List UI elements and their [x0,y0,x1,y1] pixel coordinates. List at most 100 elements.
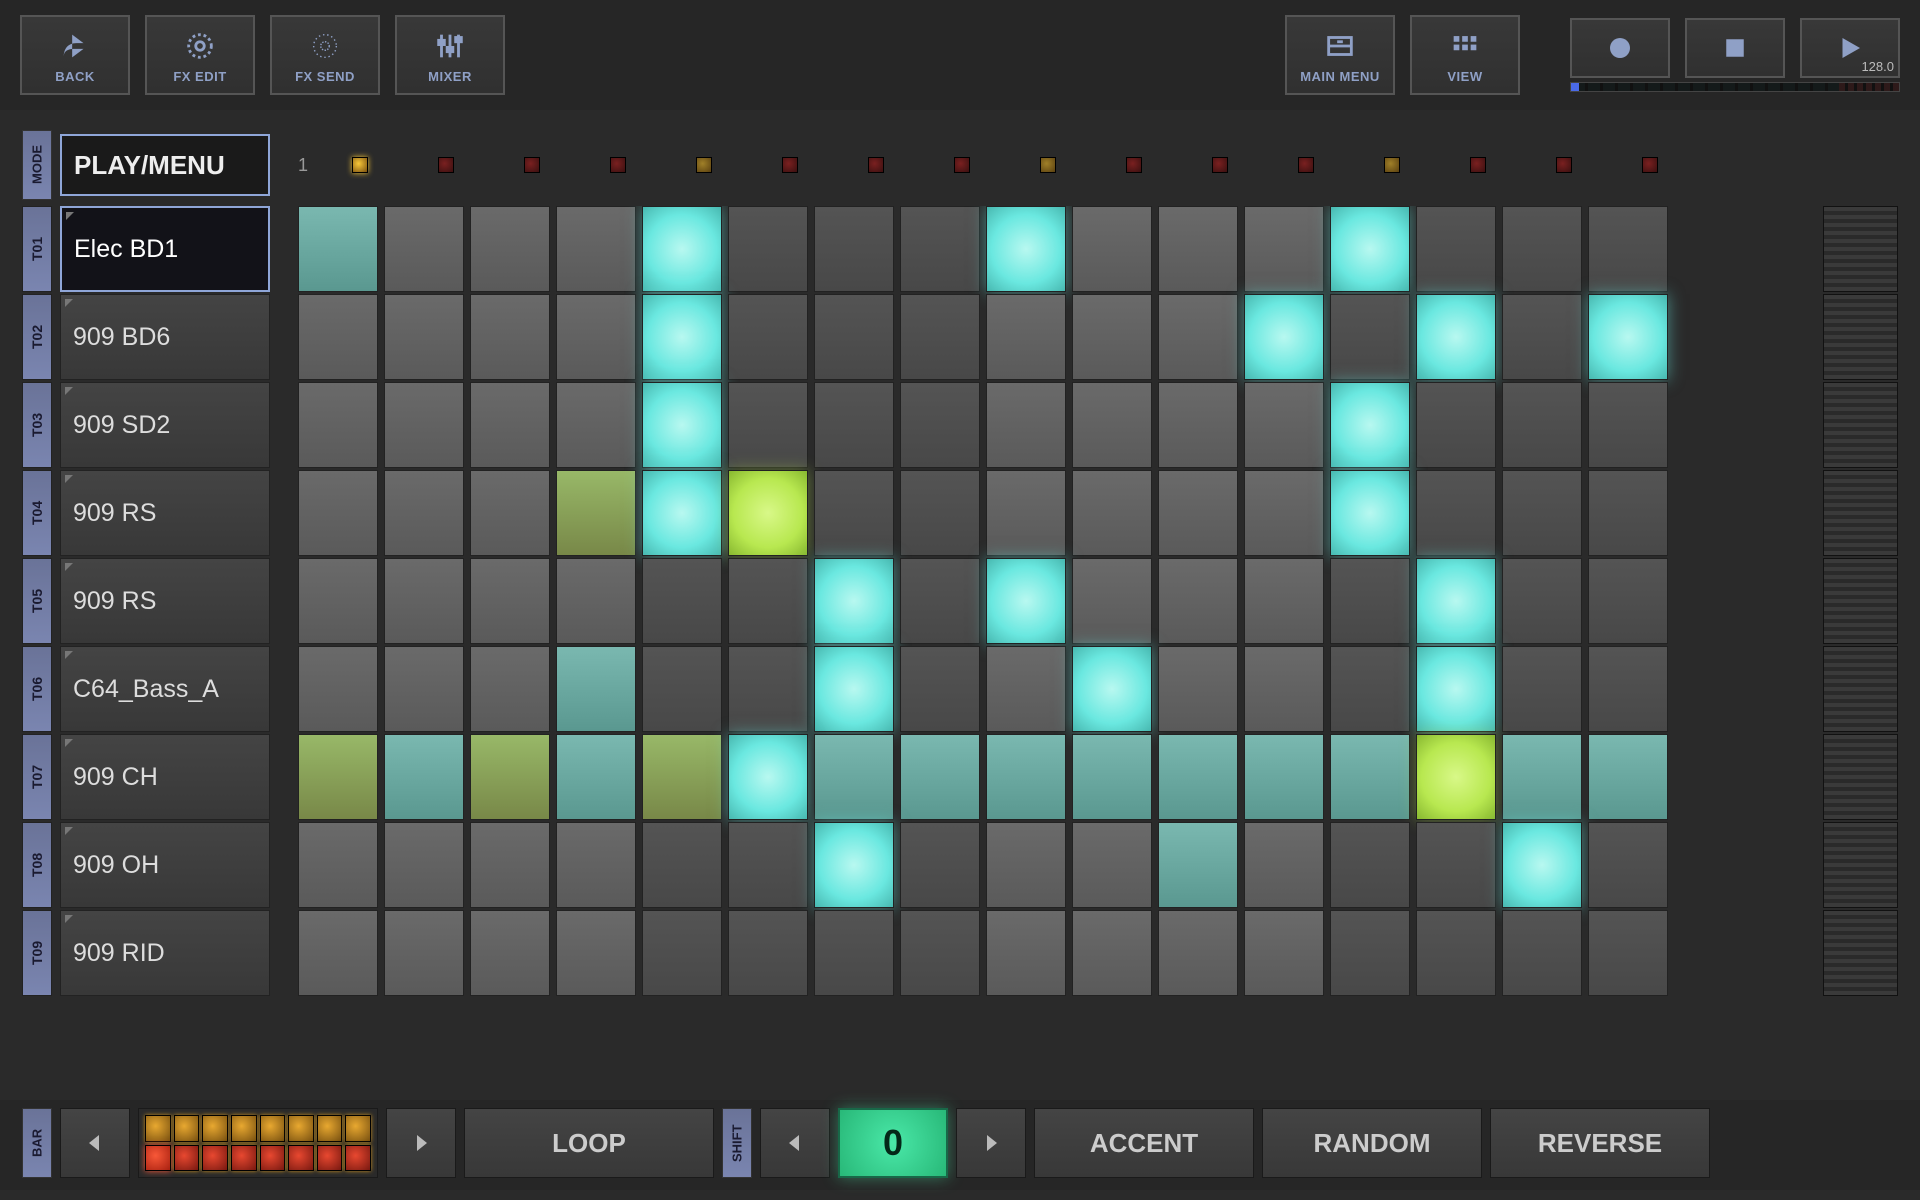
fx-edit-button[interactable]: FX EDIT [145,15,255,95]
step-cell[interactable] [1158,822,1238,908]
shift-value[interactable]: 0 [838,1108,948,1178]
accent-button[interactable]: ACCENT [1034,1108,1254,1178]
step-cell[interactable] [470,910,550,996]
step-cell[interactable] [1158,646,1238,732]
step-cell[interactable] [1502,646,1582,732]
step-cell[interactable] [1588,646,1668,732]
track-name-T02[interactable]: 909 BD6 [60,294,270,380]
step-cell[interactable] [1588,206,1668,292]
play-button[interactable]: 128.0 [1800,18,1900,78]
step-cell[interactable] [1502,734,1582,820]
step-cell[interactable] [1416,206,1496,292]
step-cell[interactable] [1244,646,1324,732]
step-cell[interactable] [1330,558,1410,644]
step-cell[interactable] [470,294,550,380]
step-cell[interactable] [1502,910,1582,996]
back-button[interactable]: BACK [20,15,130,95]
step-cell[interactable] [900,822,980,908]
step-cell[interactable] [1244,294,1324,380]
step-cell[interactable] [642,382,722,468]
step-cell[interactable] [1158,470,1238,556]
step-cell[interactable] [642,558,722,644]
track-tab-T06[interactable]: T06 [22,646,52,732]
step-cell[interactable] [1502,470,1582,556]
step-cell[interactable] [814,294,894,380]
step-cell[interactable] [1330,382,1410,468]
step-cell[interactable] [1416,294,1496,380]
step-cell[interactable] [986,294,1066,380]
step-cell[interactable] [986,470,1066,556]
step-cell[interactable] [298,646,378,732]
step-cell[interactable] [1158,734,1238,820]
step-cell[interactable] [556,470,636,556]
step-cell[interactable] [470,206,550,292]
step-cell[interactable] [814,382,894,468]
track-tab-T09[interactable]: T09 [22,910,52,996]
step-cell[interactable] [1588,382,1668,468]
step-cell[interactable] [900,382,980,468]
step-cell[interactable] [728,470,808,556]
step-cell[interactable] [728,206,808,292]
step-cell[interactable] [900,206,980,292]
track-volume-T01[interactable] [1823,206,1898,292]
shift-left-button[interactable] [760,1108,830,1178]
track-name-T01[interactable]: Elec BD1 [60,206,270,292]
step-cell[interactable] [1244,910,1324,996]
step-cell[interactable] [1158,382,1238,468]
step-cell[interactable] [814,646,894,732]
step-cell[interactable] [1158,910,1238,996]
step-cell[interactable] [1158,294,1238,380]
step-cell[interactable] [298,470,378,556]
step-cell[interactable] [642,294,722,380]
track-name-T08[interactable]: 909 OH [60,822,270,908]
main-menu-button[interactable]: MAIN MENU [1285,15,1395,95]
step-cell[interactable] [298,382,378,468]
reverse-button[interactable]: REVERSE [1490,1108,1710,1178]
step-cell[interactable] [814,558,894,644]
step-cell[interactable] [642,470,722,556]
step-cell[interactable] [1502,558,1582,644]
step-cell[interactable] [1330,294,1410,380]
step-cell[interactable] [384,646,464,732]
step-cell[interactable] [384,382,464,468]
step-cell[interactable] [298,206,378,292]
bar-prev-button[interactable] [60,1108,130,1178]
track-volume-T05[interactable] [1823,558,1898,644]
track-tab-T01[interactable]: T01 [22,206,52,292]
track-volume-T04[interactable] [1823,470,1898,556]
track-tab-T03[interactable]: T03 [22,382,52,468]
track-volume-T08[interactable] [1823,822,1898,908]
step-cell[interactable] [556,206,636,292]
step-cell[interactable] [1330,822,1410,908]
step-cell[interactable] [470,822,550,908]
step-cell[interactable] [1244,558,1324,644]
step-cell[interactable] [900,470,980,556]
step-cell[interactable] [470,470,550,556]
step-cell[interactable] [556,382,636,468]
step-cell[interactable] [1072,910,1152,996]
step-cell[interactable] [642,646,722,732]
step-cell[interactable] [556,822,636,908]
record-button[interactable] [1570,18,1670,78]
step-cell[interactable] [1502,382,1582,468]
track-volume-T09[interactable] [1823,910,1898,996]
track-volume-T07[interactable] [1823,734,1898,820]
shift-right-button[interactable] [956,1108,1026,1178]
random-button[interactable]: RANDOM [1262,1108,1482,1178]
step-cell[interactable] [728,910,808,996]
track-tab-T04[interactable]: T04 [22,470,52,556]
step-cell[interactable] [384,822,464,908]
step-cell[interactable] [1588,558,1668,644]
step-cell[interactable] [642,206,722,292]
track-name-T05[interactable]: 909 RS [60,558,270,644]
step-cell[interactable] [1416,822,1496,908]
step-cell[interactable] [1502,206,1582,292]
track-name-T03[interactable]: 909 SD2 [60,382,270,468]
step-cell[interactable] [384,470,464,556]
track-tab-T07[interactable]: T07 [22,734,52,820]
loop-button[interactable]: LOOP [464,1108,714,1178]
step-cell[interactable] [1072,470,1152,556]
step-cell[interactable] [814,910,894,996]
track-name-T04[interactable]: 909 RS [60,470,270,556]
step-cell[interactable] [384,558,464,644]
